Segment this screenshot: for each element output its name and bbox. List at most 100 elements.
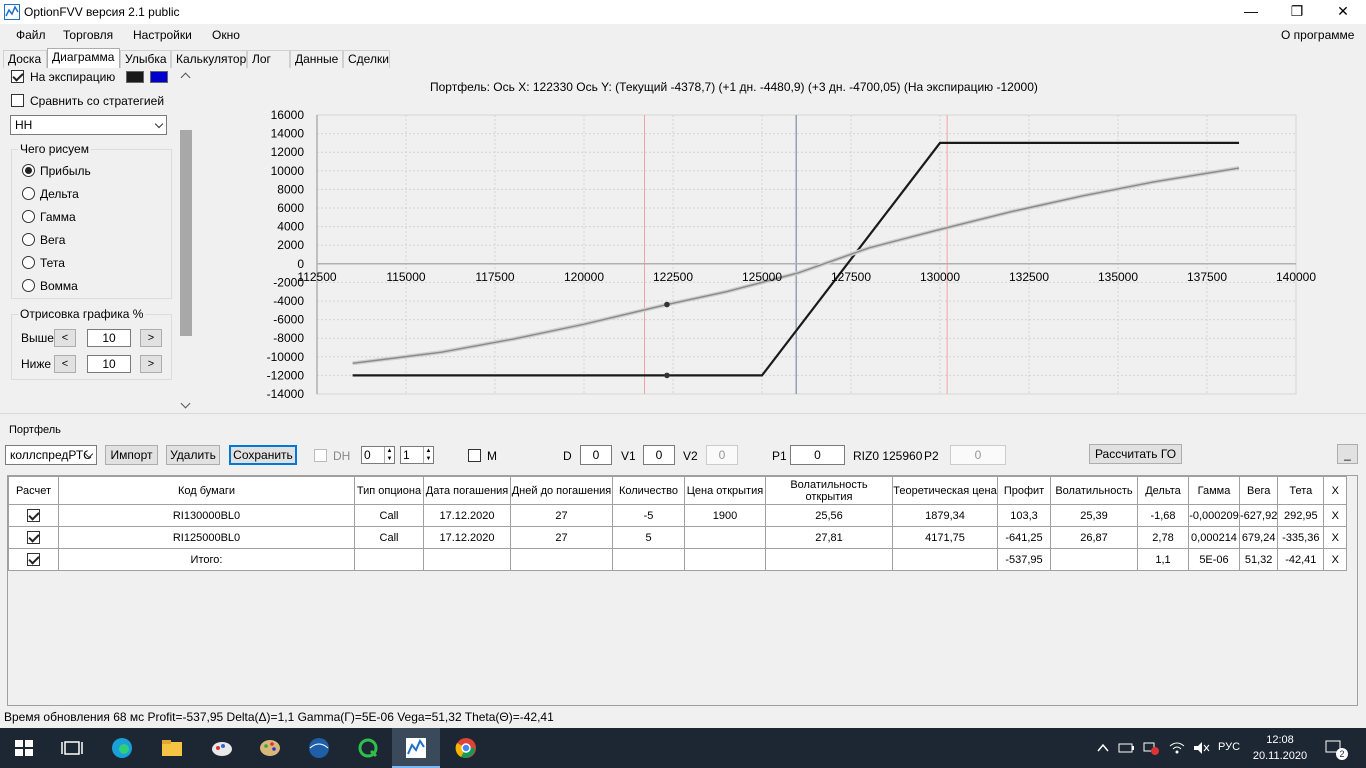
col-profit[interactable]: Профит — [997, 476, 1051, 505]
delete-button[interactable]: Удалить — [166, 445, 220, 465]
expiration-checkbox[interactable] — [11, 70, 24, 83]
optionfvv-app-icon[interactable] — [404, 736, 428, 760]
windows-start-icon[interactable] — [12, 736, 36, 760]
col-calc[interactable]: Расчет — [8, 476, 59, 505]
calculate-margin-button[interactable]: Рассчитать ГО — [1089, 444, 1182, 464]
calc-checkbox-cell[interactable] — [8, 504, 59, 527]
wifi-icon[interactable] — [1168, 740, 1186, 756]
col-open-price[interactable]: Цена открытия — [684, 476, 766, 505]
remove-row-button[interactable]: X — [1323, 526, 1348, 549]
active-app-tile[interactable] — [392, 728, 440, 768]
calc-checkbox-cell[interactable] — [8, 526, 59, 549]
radio-profit[interactable] — [22, 164, 35, 177]
p1-input[interactable]: 0 — [790, 445, 845, 465]
network-error-icon[interactable] — [1142, 740, 1160, 756]
compare-checkbox[interactable] — [11, 94, 24, 107]
tab-smile[interactable]: Улыбка — [120, 50, 171, 68]
col-theor-price[interactable]: Теоретическая цена — [892, 476, 998, 505]
chevron-up-icon[interactable] — [1096, 742, 1110, 754]
col-expiry[interactable]: Дата погашения — [423, 476, 511, 505]
col-days[interactable]: Дней до погашения — [510, 476, 613, 505]
cell-delta[interactable]: 2,78 — [1137, 526, 1189, 549]
cell-expiry[interactable]: 17.12.2020 — [423, 526, 511, 549]
cell-vega[interactable]: 679,24 — [1238, 526, 1279, 549]
cell-theta[interactable]: 292,95 — [1277, 504, 1325, 527]
calc-checkbox[interactable] — [27, 509, 40, 522]
tab-deals[interactable]: Сделки — [343, 50, 390, 68]
calc-checkbox[interactable] — [27, 531, 40, 544]
cell-delta[interactable]: -1,68 — [1137, 504, 1189, 527]
col-open-vol[interactable]: Волатильность открытия — [765, 476, 893, 505]
close-button[interactable]: ✕ — [1320, 0, 1366, 24]
maximize-button[interactable]: ❐ — [1274, 0, 1320, 24]
file-explorer-icon[interactable] — [160, 736, 184, 760]
cell-open-price[interactable]: 1900 — [684, 504, 766, 527]
remove-row-button[interactable]: X — [1323, 548, 1348, 571]
col-type[interactable]: Тип опциона — [354, 476, 424, 505]
above-decrease-button[interactable]: < — [54, 329, 76, 347]
strategy-select[interactable]: НН — [10, 115, 167, 135]
radio-delta[interactable] — [22, 187, 35, 200]
col-delta[interactable]: Дельта — [1137, 476, 1189, 505]
radio-theta[interactable] — [22, 256, 35, 269]
cell-profit[interactable]: -641,25 — [997, 526, 1051, 549]
edge-browser-icon[interactable] — [110, 736, 134, 760]
cell-theor-price[interactable]: 1879,34 — [892, 504, 998, 527]
remove-row-button[interactable]: X — [1323, 504, 1348, 527]
menu-window[interactable]: Окно — [212, 28, 240, 42]
cell-vol[interactable]: 26,87 — [1050, 526, 1138, 549]
table-row[interactable]: RI130000BL0 Call 17.12.2020 27 -5 1900 2… — [8, 504, 1348, 527]
import-button[interactable]: Импорт — [105, 445, 158, 465]
v1-input[interactable]: 0 — [643, 445, 675, 465]
menu-trading[interactable]: Торговля — [63, 28, 113, 42]
clock[interactable]: 12:08 20.11.2020 — [1252, 732, 1308, 764]
spin-up-icon[interactable]: ▲ — [384, 447, 394, 455]
table-row[interactable]: RI125000BL0 Call 17.12.2020 27 5 4300 27… — [8, 526, 1348, 549]
scrollbar-thumb[interactable] — [180, 130, 192, 336]
dh-checkbox[interactable] — [314, 449, 327, 462]
p2-input[interactable]: 0 — [950, 445, 1006, 465]
cell-vega[interactable]: -627,92 — [1238, 504, 1279, 527]
panel-splitter[interactable] — [0, 413, 1366, 419]
dh-spin-1[interactable]: 0 ▲ ▼ — [361, 446, 395, 464]
globe-app-icon[interactable] — [307, 736, 331, 760]
below-value-input[interactable]: 10 — [87, 355, 131, 373]
calc-checkbox-cell[interactable] — [8, 548, 59, 571]
cell-days[interactable]: 27 — [510, 504, 613, 527]
below-increase-button[interactable]: > — [140, 355, 162, 373]
cell-qty[interactable]: 5 — [612, 526, 685, 549]
dh-spin-2[interactable]: 1 ▲ ▼ — [400, 446, 434, 464]
paint-app-icon[interactable] — [210, 736, 234, 760]
radio-vomma[interactable] — [22, 279, 35, 292]
cell-open-price[interactable]: 4300 — [684, 526, 766, 549]
m-checkbox[interactable] — [468, 449, 481, 462]
col-qty[interactable]: Количество — [612, 476, 685, 505]
chart-area[interactable]: 112500 115000 117500 120000 122500 125000 1275… — [195, 68, 1366, 413]
above-value-input[interactable]: 10 — [87, 329, 131, 347]
cell-type[interactable]: Call — [354, 526, 424, 549]
below-decrease-button[interactable]: < — [54, 355, 76, 373]
volume-muted-icon[interactable] — [1192, 740, 1210, 756]
expiration-color-swatch[interactable] — [126, 71, 144, 83]
task-view-icon[interactable] — [60, 736, 84, 760]
portfolio-select[interactable]: коллспредРТС — [5, 445, 97, 465]
cell-profit[interactable]: 103,3 — [997, 504, 1051, 527]
portfolio-minimize-button[interactable]: _ — [1337, 444, 1358, 464]
col-vol[interactable]: Волатильность — [1050, 476, 1138, 505]
cell-code[interactable]: RI125000BL0 — [58, 526, 355, 549]
cell-open-vol[interactable]: 27,81 — [765, 526, 893, 549]
cell-gamma[interactable]: -0,000209 — [1188, 504, 1240, 527]
cell-open-vol[interactable]: 25,56 — [765, 504, 893, 527]
cell-gamma[interactable]: 0,000214 — [1188, 526, 1240, 549]
tab-log[interactable]: Лог — [247, 50, 290, 68]
cell-theta[interactable]: -335,36 — [1277, 526, 1325, 549]
col-gamma[interactable]: Гамма — [1188, 476, 1240, 505]
col-vega[interactable]: Вега — [1238, 476, 1279, 505]
menu-file[interactable]: Файл — [16, 28, 46, 42]
quik-app-icon[interactable] — [356, 736, 380, 760]
compare-color-swatch[interactable] — [150, 71, 168, 83]
cell-type[interactable]: Call — [354, 504, 424, 527]
cell-vol[interactable]: 25,39 — [1050, 504, 1138, 527]
calc-checkbox[interactable] — [27, 553, 40, 566]
cell-qty[interactable]: -5 — [612, 504, 685, 527]
